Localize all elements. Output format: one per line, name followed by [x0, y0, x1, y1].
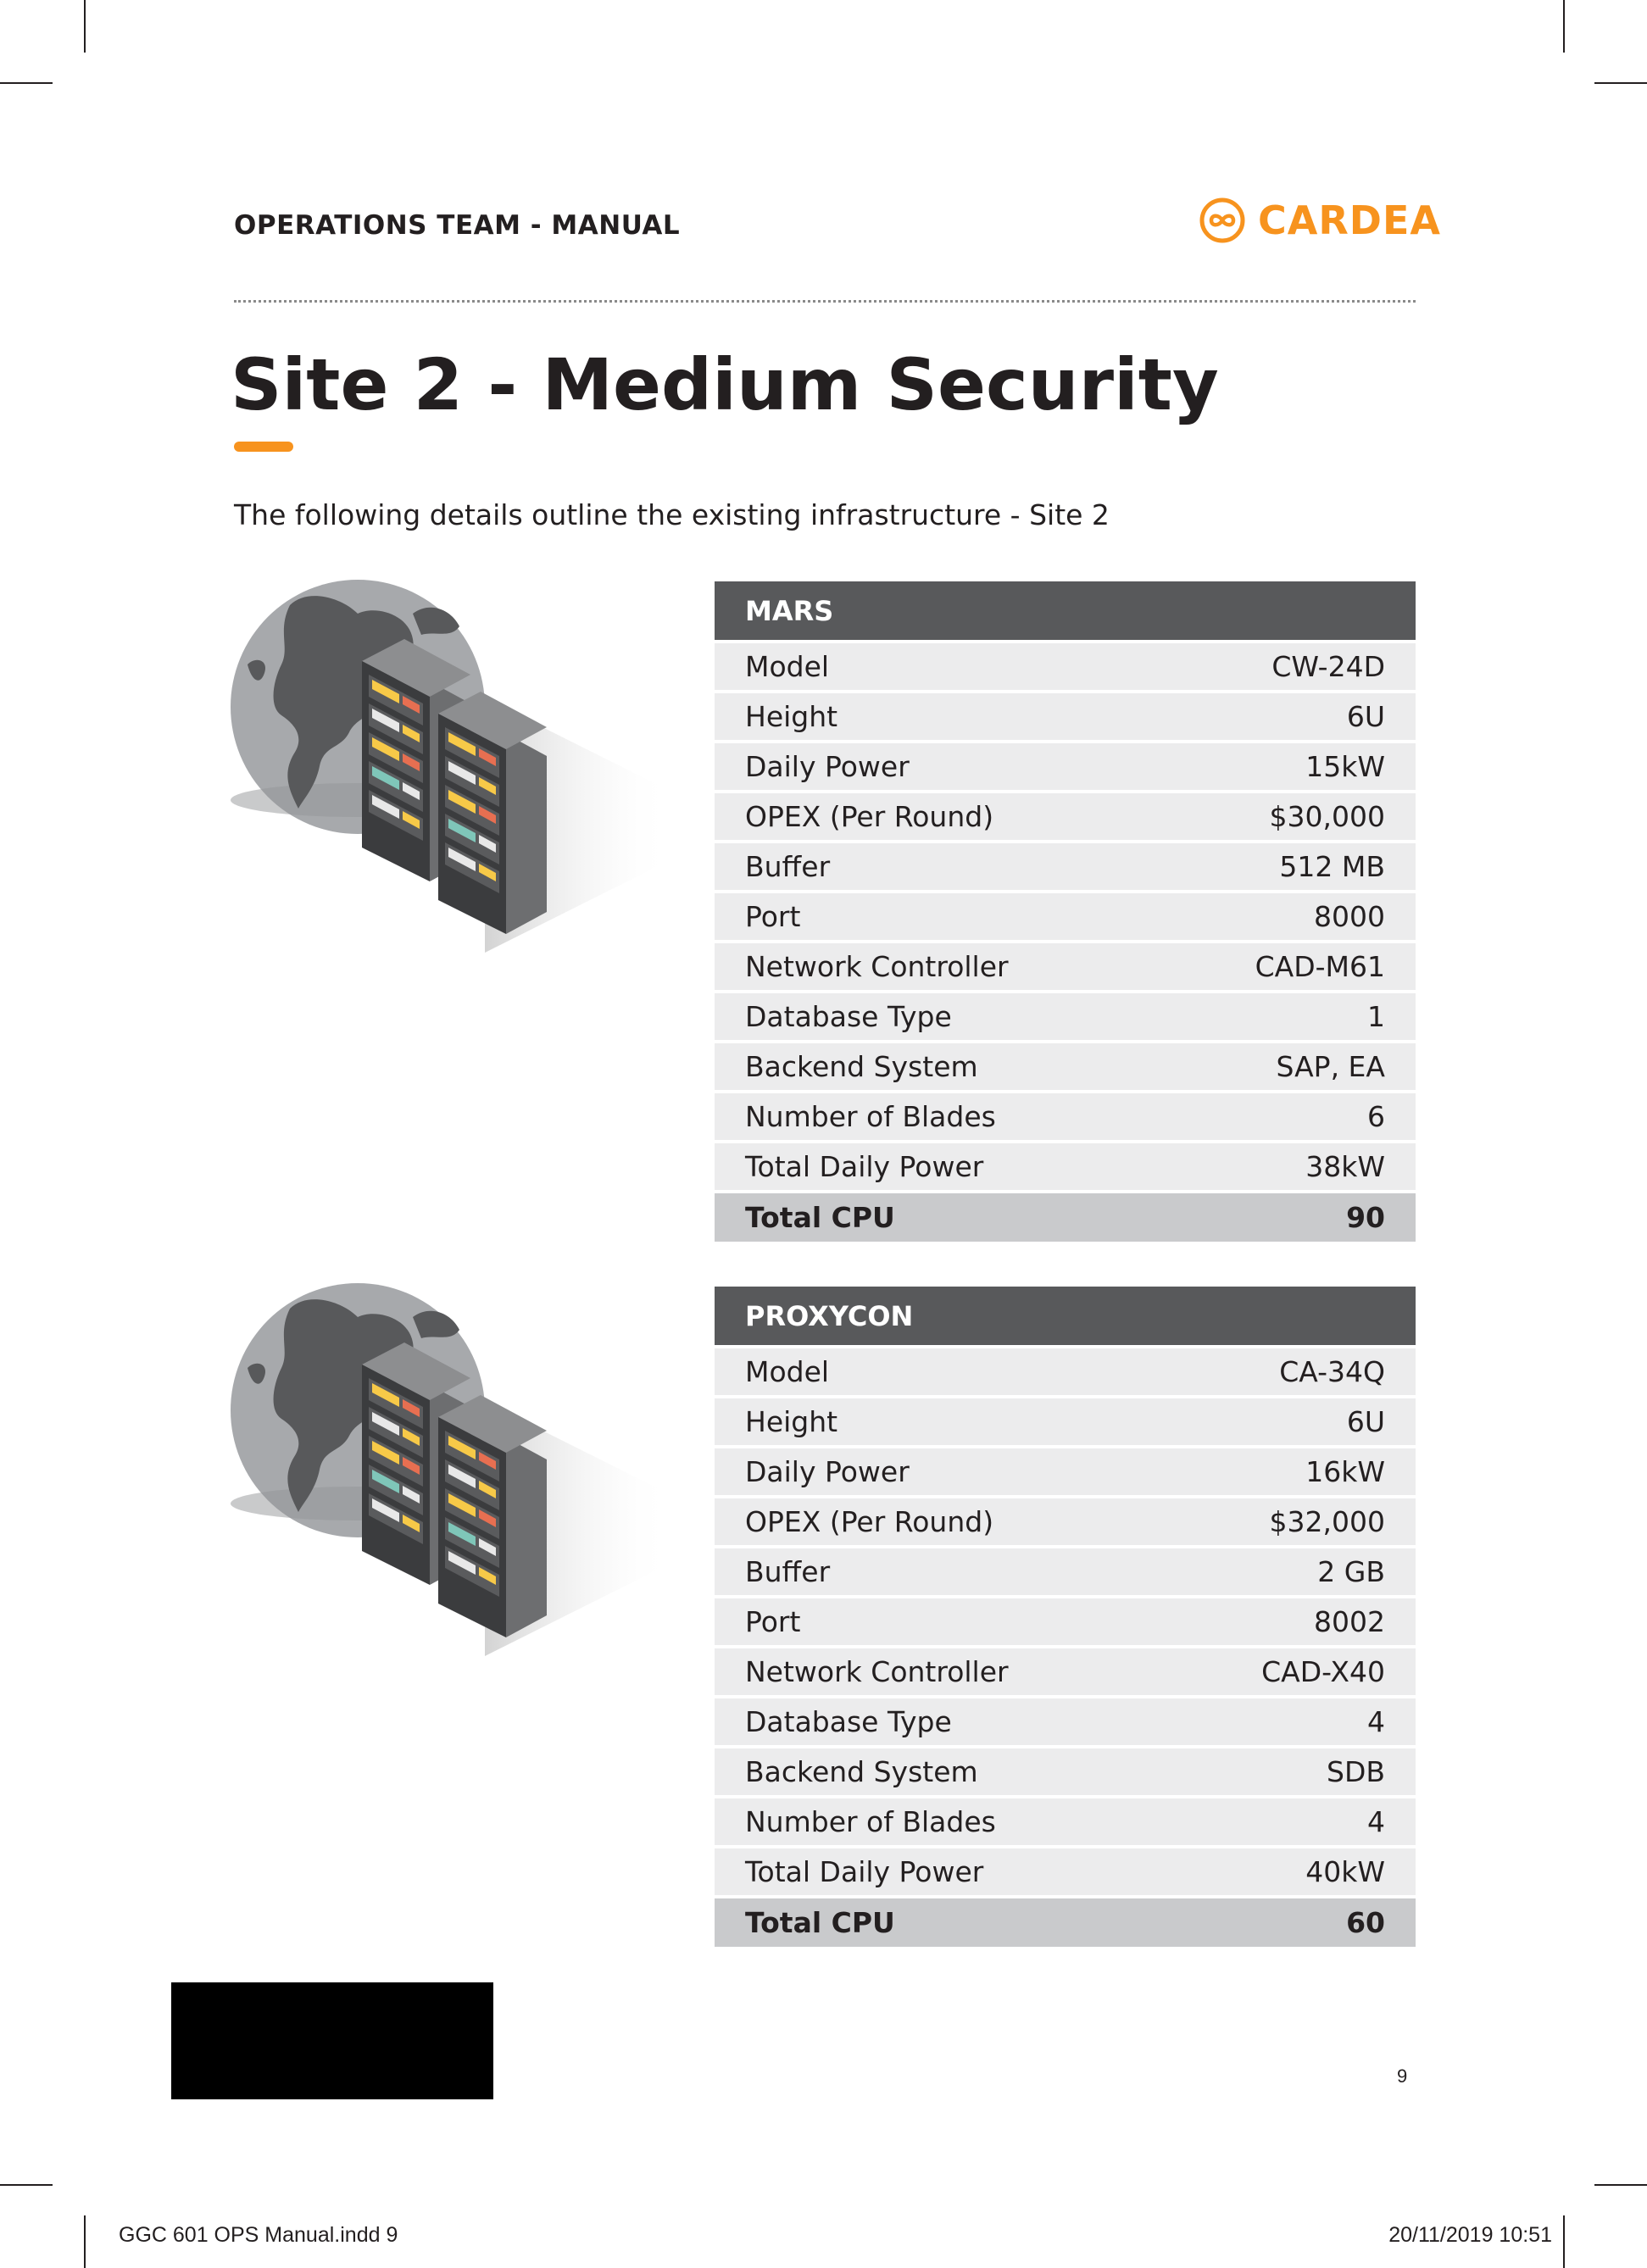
row-label: Backend System: [745, 1050, 978, 1083]
table-row: Network Controller CAD-M61: [715, 943, 1416, 990]
row-value: 2 GB: [1317, 1555, 1385, 1588]
row-value: 6U: [1346, 1405, 1385, 1438]
row-value: 4: [1367, 1705, 1385, 1738]
row-label: Network Controller: [745, 1655, 1009, 1688]
table-row: Buffer 512 MB: [715, 843, 1416, 890]
infinity-circle-icon: [1199, 197, 1245, 243]
print-slug-filename: GGC 601 OPS Manual.indd 9: [119, 2223, 398, 2247]
table-row: Database Type 1: [715, 993, 1416, 1040]
row-label: Number of Blades: [745, 1100, 996, 1133]
table-row: Daily Power 15kW: [715, 743, 1416, 790]
row-value: CW-24D: [1271, 650, 1385, 683]
globe-server-rack-icon: [231, 1283, 688, 1656]
table-row: Buffer 2 GB: [715, 1548, 1416, 1595]
table-row: Daily Power 16kW: [715, 1448, 1416, 1495]
row-value: CAD-X40: [1261, 1655, 1385, 1688]
row-label: Total Daily Power: [745, 1855, 984, 1888]
row-label: Buffer: [745, 1555, 831, 1588]
row-value: 15kW: [1305, 750, 1385, 783]
row-value: 16kW: [1305, 1455, 1385, 1488]
spec-table-proxycon: PROXYCON Model CA-34Q Height 6U Daily Powe…: [715, 1287, 1416, 1947]
row-value: 6U: [1346, 700, 1385, 733]
table-total-row: Total CPU 90: [715, 1193, 1416, 1242]
row-label: OPEX (Per Round): [745, 1505, 994, 1538]
table-row: Port 8002: [715, 1598, 1416, 1645]
row-label: Height: [745, 1405, 838, 1438]
row-value: 6: [1367, 1100, 1385, 1133]
row-value: CAD-M61: [1255, 950, 1385, 983]
table-row: Model CA-34Q: [715, 1348, 1416, 1395]
row-label: Buffer: [745, 850, 831, 883]
table-row: Network Controller CAD-X40: [715, 1648, 1416, 1695]
table-row: Total Daily Power 38kW: [715, 1143, 1416, 1190]
title-accent-bar: [234, 442, 293, 452]
globe-server-rack-icon: [231, 580, 688, 953]
row-value: 40kW: [1305, 1855, 1385, 1888]
row-label: Height: [745, 700, 838, 733]
row-label: Daily Power: [745, 1455, 910, 1488]
table-header: PROXYCON: [715, 1287, 1416, 1345]
row-value: 4: [1367, 1805, 1385, 1838]
intro-text: The following details outline the existi…: [234, 498, 1110, 531]
table-row: Port 8000: [715, 893, 1416, 940]
row-value: $32,000: [1269, 1505, 1385, 1538]
row-label: Backend System: [745, 1755, 978, 1788]
row-value: 8000: [1314, 900, 1385, 933]
row-value: SDB: [1327, 1755, 1385, 1788]
crop-mark: [1594, 2184, 1647, 2186]
row-label: Total Daily Power: [745, 1150, 984, 1183]
page-number: 9: [1397, 2065, 1408, 2087]
total-value: 90: [1346, 1201, 1385, 1234]
crop-mark: [84, 0, 86, 53]
total-label: Total CPU: [745, 1201, 895, 1234]
row-value: SAP, EA: [1276, 1050, 1385, 1083]
table-row: Backend System SDB: [715, 1748, 1416, 1795]
row-value: $30,000: [1269, 800, 1385, 833]
row-label: Network Controller: [745, 950, 1009, 983]
row-label: OPEX (Per Round): [745, 800, 994, 833]
row-label: Model: [745, 1355, 830, 1388]
page-title: Site 2 - Medium Security: [231, 343, 1219, 426]
row-label: Port: [745, 1605, 801, 1638]
table-row: Height 6U: [715, 693, 1416, 740]
manual-header-title: OPERATIONS TEAM - MANUAL: [234, 210, 681, 241]
total-value: 60: [1346, 1906, 1385, 1939]
table-header: MARS: [715, 581, 1416, 640]
header-divider: [234, 300, 1416, 303]
row-label: Number of Blades: [745, 1805, 996, 1838]
redaction-box: [171, 1982, 493, 2099]
table-row: Number of Blades 6: [715, 1093, 1416, 1140]
table-row: Total Daily Power 40kW: [715, 1848, 1416, 1895]
crop-mark: [84, 2215, 86, 2268]
crop-mark: [0, 2184, 53, 2186]
crop-mark: [1563, 2215, 1565, 2268]
row-value: 8002: [1314, 1605, 1385, 1638]
table-row: Backend System SAP, EA: [715, 1043, 1416, 1090]
brand-name: CARDEA: [1258, 197, 1441, 243]
spec-table-mars: MARS Model CW-24D Height 6U Daily Power 15k…: [715, 581, 1416, 1242]
table-row: Number of Blades 4: [715, 1798, 1416, 1845]
brand-logo: CARDEA: [1199, 197, 1441, 244]
row-value: 512 MB: [1279, 850, 1385, 883]
table-row: OPEX (Per Round) $30,000: [715, 793, 1416, 840]
row-label: Model: [745, 650, 830, 683]
row-label: Daily Power: [745, 750, 910, 783]
row-value: 38kW: [1305, 1150, 1385, 1183]
crop-mark: [0, 82, 53, 84]
table-row: Height 6U: [715, 1398, 1416, 1445]
row-value: 1: [1367, 1000, 1385, 1033]
print-slug-timestamp: 20/11/2019 10:51: [1388, 2223, 1552, 2247]
table-row: Database Type 4: [715, 1698, 1416, 1745]
crop-mark: [1563, 0, 1565, 53]
table-row: OPEX (Per Round) $32,000: [715, 1498, 1416, 1545]
row-label: Database Type: [745, 1000, 952, 1033]
row-label: Port: [745, 900, 801, 933]
total-label: Total CPU: [745, 1906, 895, 1939]
table-total-row: Total CPU 60: [715, 1898, 1416, 1947]
row-value: CA-34Q: [1279, 1355, 1385, 1388]
row-label: Database Type: [745, 1705, 952, 1738]
table-row: Model CW-24D: [715, 643, 1416, 690]
crop-mark: [1594, 82, 1647, 84]
